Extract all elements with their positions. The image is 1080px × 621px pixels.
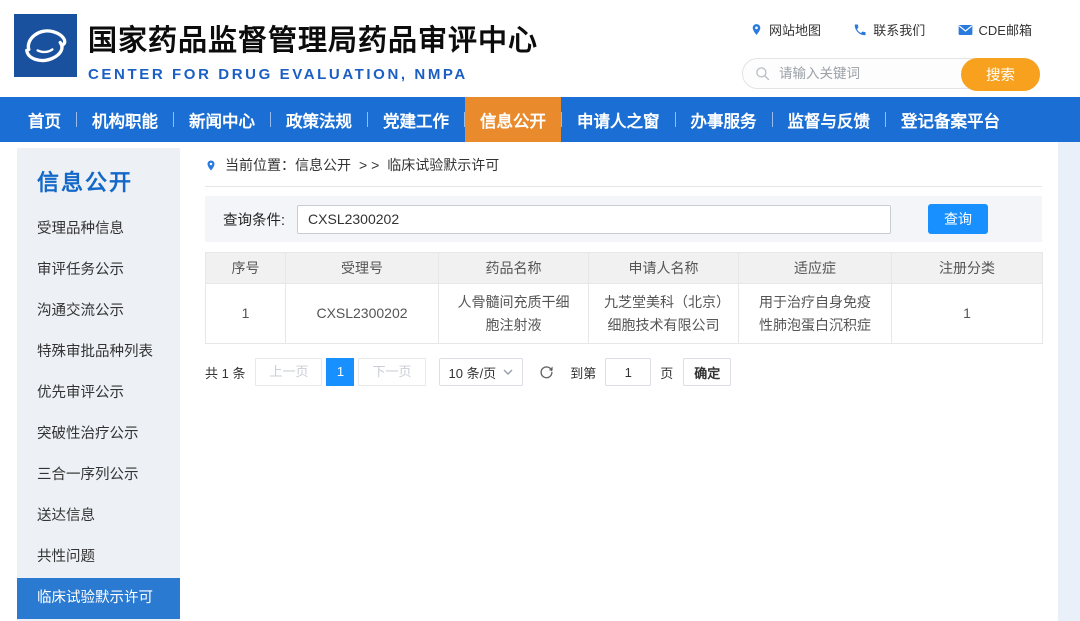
sidebar-item-special-approval-list[interactable]: 特殊审批品种列表 <box>17 332 180 373</box>
brand-block: 国家药品监督管理局药品审评中心 CENTER FOR DRUG EVALUATI… <box>88 17 538 83</box>
table-header-row: 序号 受理号 药品名称 申请人名称 适应症 注册分类 <box>206 253 1043 284</box>
page-size-value: 10 条/页 <box>449 363 497 382</box>
cde-logo-icon <box>14 14 77 77</box>
phone-icon <box>853 23 867 37</box>
location-pin-icon <box>750 22 763 37</box>
breadcrumb-location: 当前位置：信息公开 <box>225 155 351 175</box>
sidebar-title: 信息公开 <box>17 148 180 209</box>
query-condition-input[interactable] <box>297 205 891 234</box>
query-condition-label: 查询条件: <box>223 209 285 230</box>
sidebar-item-breakthrough-therapy[interactable]: 突破性治疗公示 <box>17 414 180 455</box>
col-header-registration-class: 注册分类 <box>892 253 1043 284</box>
search-button[interactable]: 搜索 <box>961 58 1040 91</box>
pagination: 共 1 条 上一页 1 下一页 10 条/页 到第 页 确定 <box>205 358 1042 386</box>
sitemap-link[interactable]: 网站地图 <box>750 20 821 39</box>
refresh-icon <box>538 364 555 381</box>
sidebar-item-priority-review[interactable]: 优先审评公示 <box>17 373 180 414</box>
results-table: 序号 受理号 药品名称 申请人名称 适应症 注册分类 1 CXSL2300202… <box>205 252 1043 344</box>
refresh-button[interactable] <box>538 364 555 381</box>
main-nav: 首页 机构职能 新闻中心 政策法规 党建工作 信息公开 申请人之窗 办事服务 监… <box>0 97 1080 142</box>
site-title: 国家药品监督管理局药品审评中心 <box>88 17 538 59</box>
header-utilities: 网站地图 联系我们 CDE邮箱 搜索 <box>742 20 1040 89</box>
cell-indication: 用于治疗自身免疫性肺泡蛋白沉积症 <box>739 284 892 344</box>
query-button[interactable]: 查询 <box>928 204 988 234</box>
page-size-select[interactable]: 10 条/页 <box>439 358 524 386</box>
nav-item-home[interactable]: 首页 <box>13 97 76 142</box>
col-header-index: 序号 <box>206 253 286 284</box>
cell-drug-name: 人骨髓间充质干细胞注射液 <box>439 284 589 344</box>
mail-icon <box>958 24 973 36</box>
col-header-acceptance-no: 受理号 <box>286 253 439 284</box>
sidebar-item-three-in-one[interactable]: 三合一序列公示 <box>17 455 180 496</box>
sidebar-item-accepted-varieties[interactable]: 受理品种信息 <box>17 209 180 250</box>
nav-item-services[interactable]: 办事服务 <box>676 97 772 142</box>
goto-page-input[interactable] <box>605 358 651 386</box>
nav-item-news[interactable]: 新闻中心 <box>174 97 270 142</box>
cell-acceptance-no: CXSL2300202 <box>286 284 439 344</box>
nav-item-info-disclosure[interactable]: 信息公开 <box>465 97 561 142</box>
chevron-down-icon <box>503 369 513 375</box>
cell-index: 1 <box>206 284 286 344</box>
content-body: 信息公开 受理品种信息 审评任务公示 沟通交流公示 特殊审批品种列表 优先审评公… <box>0 142 1058 621</box>
next-page-button[interactable]: 下一页 <box>358 358 425 386</box>
nav-item-policies[interactable]: 政策法规 <box>271 97 367 142</box>
nav-item-registration-platform[interactable]: 登记备案平台 <box>886 97 1015 142</box>
sidebar-item-clinical-trial-implied-license[interactable]: 临床试验默示许可 <box>17 578 180 619</box>
sitemap-label: 网站地图 <box>769 20 821 39</box>
confirm-button[interactable]: 确定 <box>683 358 731 386</box>
quick-links: 网站地图 联系我们 CDE邮箱 <box>742 20 1040 39</box>
site-search: 搜索 <box>742 58 1040 89</box>
cell-registration-class: 1 <box>892 284 1043 344</box>
sidebar-item-review-tasks[interactable]: 审评任务公示 <box>17 250 180 291</box>
sidebar-item-communication[interactable]: 沟通交流公示 <box>17 291 180 332</box>
search-icon <box>755 66 770 81</box>
col-header-applicant-name: 申请人名称 <box>589 253 739 284</box>
sidebar: 信息公开 受理品种信息 审评任务公示 沟通交流公示 特殊审批品种列表 优先审评公… <box>17 148 180 621</box>
content-area: 信息公开 受理品种信息 审评任务公示 沟通交流公示 特殊审批品种列表 优先审评公… <box>0 142 1080 621</box>
page-1-button[interactable]: 1 <box>326 358 354 386</box>
breadcrumb-current: 临床试验默示许可 <box>387 155 499 175</box>
nav-item-supervision-feedback[interactable]: 监督与反馈 <box>773 97 886 142</box>
cell-applicant-name: 九芝堂美科（北京）细胞技术有限公司 <box>589 284 739 344</box>
cde-mailbox-link[interactable]: CDE邮箱 <box>958 20 1032 39</box>
breadcrumb-pin-icon <box>205 158 217 173</box>
col-header-indication: 适应症 <box>739 253 892 284</box>
nav-item-party-building[interactable]: 党建工作 <box>368 97 464 142</box>
contact-us-link[interactable]: 联系我们 <box>853 20 925 39</box>
nav-item-applicant-window[interactable]: 申请人之窗 <box>562 97 675 142</box>
sidebar-item-delivery-info[interactable]: 送达信息 <box>17 496 180 537</box>
pagination-total: 共 1 条 <box>205 363 245 382</box>
breadcrumb-separator: > > <box>359 157 379 173</box>
cde-mailbox-label: CDE邮箱 <box>979 20 1032 39</box>
query-bar: 查询条件: 查询 <box>205 196 1042 242</box>
nav-item-functions[interactable]: 机构职能 <box>77 97 173 142</box>
site-header: 国家药品监督管理局药品审评中心 CENTER FOR DRUG EVALUATI… <box>0 0 1080 97</box>
goto-page-suffix: 页 <box>660 363 673 382</box>
table-row: 1 CXSL2300202 人骨髓间充质干细胞注射液 九芝堂美科（北京）细胞技术… <box>206 284 1043 344</box>
breadcrumb: 当前位置：信息公开 > > 临床试验默示许可 <box>205 155 1042 187</box>
sidebar-item-common-issues[interactable]: 共性问题 <box>17 537 180 578</box>
contact-us-label: 联系我们 <box>873 20 925 39</box>
site-subtitle: CENTER FOR DRUG EVALUATION, NMPA <box>88 66 538 83</box>
main-panel: 当前位置：信息公开 > > 临床试验默示许可 查询条件: 查询 序号 受理号 <box>205 148 1042 621</box>
prev-page-button[interactable]: 上一页 <box>255 358 322 386</box>
goto-page-prefix: 到第 <box>570 363 596 382</box>
col-header-drug-name: 药品名称 <box>439 253 589 284</box>
